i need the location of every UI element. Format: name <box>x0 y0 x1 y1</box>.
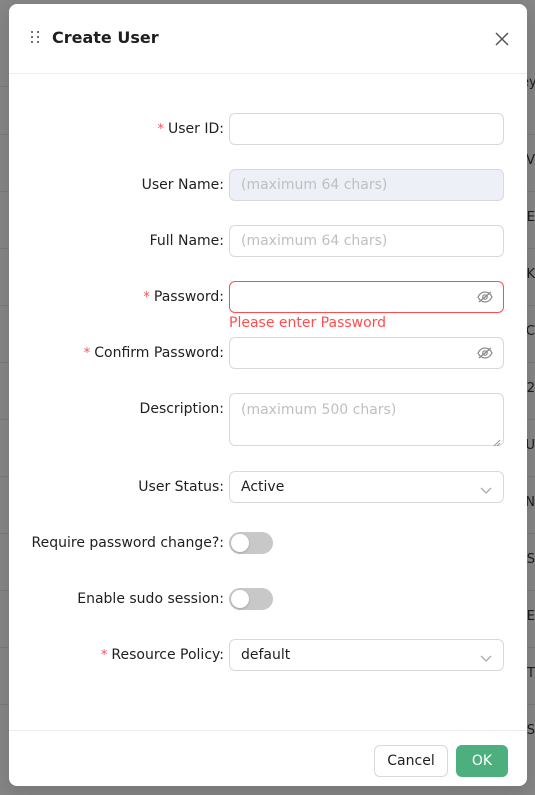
user-name-placeholder: (maximum 64 chars) <box>241 177 388 193</box>
description-row: Description: (maximum 500 chars) <box>9 393 527 447</box>
enable-sudo-session-row: Enable sudo session: <box>9 583 527 615</box>
eye-invisible-icon[interactable] <box>477 290 493 304</box>
resize-handle-icon[interactable] <box>493 435 501 447</box>
resource-policy-value: default <box>241 647 291 663</box>
full-name-input[interactable]: (maximum 64 chars) <box>229 225 504 257</box>
require-password-change-label: Require password change?: <box>31 535 224 551</box>
user-name-row: User Name: (maximum 64 chars) <box>9 169 527 201</box>
description-textarea[interactable]: (maximum 500 chars) <box>229 393 504 447</box>
full-name-label: Full Name: <box>149 233 224 249</box>
password-row: * Password: <box>9 281 527 313</box>
user-id-row: * User ID: <box>9 113 527 145</box>
confirm-password-row: * Confirm Password: <box>9 337 527 369</box>
enable-sudo-session-switch[interactable] <box>229 588 273 610</box>
required-mark: * <box>143 290 150 305</box>
close-button[interactable] <box>493 30 511 48</box>
password-label: * Password: <box>143 289 224 305</box>
drag-handle-icon[interactable] <box>31 31 41 45</box>
user-id-label: * User ID: <box>157 121 225 137</box>
required-mark: * <box>100 648 108 663</box>
user-status-value: Active <box>241 479 285 495</box>
create-user-dialog: Create User * User ID: User Name: (maximu… <box>9 4 527 786</box>
confirm-password-label: * Confirm Password: <box>83 345 224 361</box>
switch-knob <box>231 534 249 552</box>
resource-policy-select[interactable]: default <box>229 639 504 671</box>
password-input[interactable] <box>229 281 504 313</box>
user-name-label: User Name: <box>141 177 224 193</box>
confirm-password-input[interactable] <box>229 337 504 369</box>
full-name-row: Full Name: (maximum 64 chars) <box>9 225 527 257</box>
required-mark: * <box>157 122 165 137</box>
require-password-change-row: Require password change?: <box>9 527 527 559</box>
chevron-down-icon <box>480 483 492 494</box>
dialog-header: Create User <box>9 4 527 74</box>
ok-button[interactable]: OK <box>456 745 508 777</box>
chevron-down-icon <box>480 651 492 662</box>
cancel-button[interactable]: Cancel <box>374 745 448 777</box>
close-icon <box>495 32 509 46</box>
eye-invisible-icon[interactable] <box>477 346 493 360</box>
resource-policy-row: * Resource Policy: default <box>9 639 527 671</box>
user-name-input: (maximum 64 chars) <box>229 169 504 201</box>
require-password-change-switch[interactable] <box>229 532 273 554</box>
user-id-input[interactable] <box>229 113 504 145</box>
password-error: Please enter Password <box>229 315 387 331</box>
resource-policy-label: * Resource Policy: <box>100 647 224 663</box>
full-name-placeholder: (maximum 64 chars) <box>241 233 388 249</box>
switch-knob <box>231 590 249 608</box>
user-status-row: User Status: Active <box>9 471 527 503</box>
required-mark: * <box>83 346 91 361</box>
enable-sudo-session-label: Enable sudo session: <box>77 591 224 607</box>
description-label: Description: <box>139 401 224 417</box>
dialog-footer: Cancel OK <box>9 730 527 787</box>
dialog-title: Create User <box>52 28 159 47</box>
user-status-select[interactable]: Active <box>229 471 504 503</box>
user-status-label: User Status: <box>138 479 224 495</box>
description-placeholder: (maximum 500 chars) <box>241 402 397 418</box>
